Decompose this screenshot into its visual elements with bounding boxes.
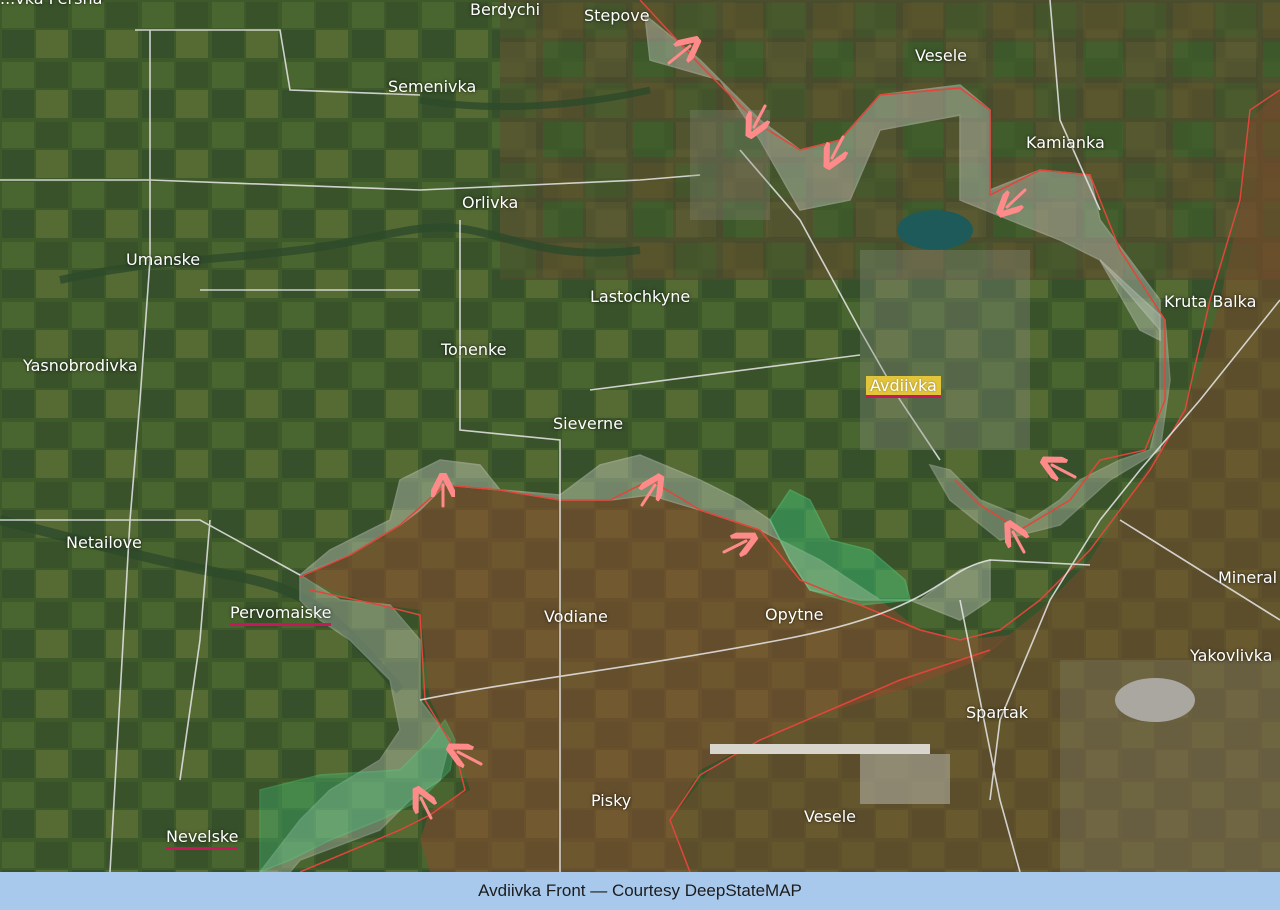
reservoir [897,210,973,250]
label-yasnobrodivka: Yasnobrodivka [23,356,138,375]
urban-area [860,250,1030,450]
label-semenivka: Semenivka [388,77,477,96]
label-persha: ...vka Persha [0,0,102,8]
label-tonenke: Tonenke [441,340,507,359]
label-vodiane: Vodiane [544,607,608,626]
label-umanske: Umanske [126,250,201,269]
label-kruta-balka: Kruta Balka [1164,292,1257,311]
quarry [1115,678,1195,722]
label-vesele-north: Vesele [915,46,968,65]
label-nevelske: Nevelske [166,827,239,850]
label-avdiivka: Avdiivka [866,376,941,398]
map-view[interactable]: ...vka Persha Berdychi Stepove Vesele Se… [0,0,1280,872]
map-canvas [0,0,1280,872]
label-orlivka: Orlivka [462,193,519,212]
label-yakovlivka: Yakovlivka [1190,646,1273,665]
label-lastochkyne: Lastochkyne [590,287,691,306]
map-caption: Avdiivka Front — Courtesy DeepStateMAP [0,872,1280,910]
label-spartak: Spartak [966,703,1029,722]
label-kamianka: Kamianka [1026,133,1105,152]
label-opytne: Opytne [765,605,824,624]
label-vesele-south: Vesele [804,807,857,826]
label-mineral: Mineral [1218,568,1278,587]
label-pisky: Pisky [591,791,632,810]
label-pervomaiske: Pervomaiske [230,603,332,626]
label-berdychi: Berdychi [470,0,541,19]
label-sieverne: Sieverne [553,414,624,433]
urban-area [690,110,770,220]
label-netailove: Netailove [66,533,142,552]
label-stepove: Stepove [584,6,650,25]
